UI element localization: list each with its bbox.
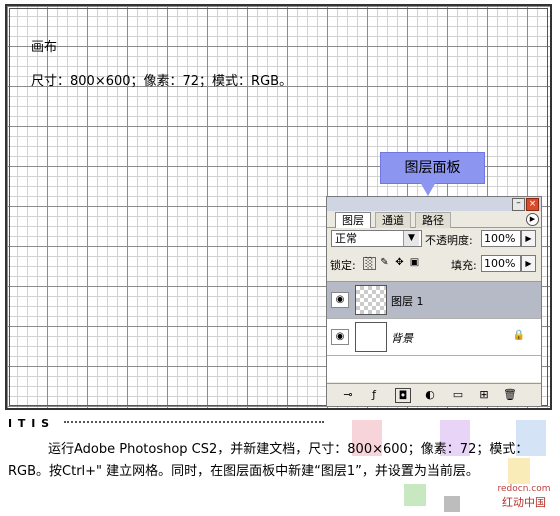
minimize-button[interactable]: – bbox=[512, 198, 525, 211]
layers-panel-callout: 图层面板 bbox=[380, 152, 485, 184]
opacity-slider-button[interactable]: ▶ bbox=[521, 230, 536, 247]
tip-body-text: 运行Adobe Photoshop CS2，并新建文档，尺寸：800×600；像… bbox=[8, 442, 529, 479]
layers-list: ◉ 图层 1 ◉ 背景 🔒 bbox=[327, 281, 541, 382]
lock-label: 锁定: bbox=[330, 259, 356, 272]
tip-heading: I T I S bbox=[8, 417, 51, 430]
layer-mask-icon[interactable]: ◘ bbox=[395, 388, 411, 403]
layer-name: 图层 1 bbox=[391, 295, 424, 308]
panel-title-bar[interactable]: – × bbox=[327, 197, 541, 211]
layer-row[interactable]: ◉ 背景 🔒 bbox=[327, 319, 541, 356]
adjustment-layer-icon[interactable]: ◐ bbox=[423, 388, 437, 401]
lock-row: 锁定: ░ ✎ ✥ ▣ 填充: 100% ▶ bbox=[327, 253, 541, 273]
callout-pointer bbox=[420, 182, 436, 196]
lock-all-icon[interactable]: ▣ bbox=[409, 257, 420, 268]
blend-mode-value: 正常 bbox=[335, 232, 357, 245]
decor-block-green bbox=[404, 484, 426, 506]
fill-slider-button[interactable]: ▶ bbox=[521, 255, 536, 272]
tab-channels[interactable]: 通道 bbox=[375, 212, 411, 228]
lock-icon: 🔒 bbox=[512, 330, 525, 341]
tab-paths[interactable]: 路径 bbox=[415, 212, 451, 228]
new-layer-icon[interactable]: ⊞ bbox=[477, 388, 491, 401]
lock-transparency-icon[interactable]: ░ bbox=[363, 257, 376, 270]
layers-panel: – × 图层 通道 路径 ▶ 正常 ▼ 不透明度: 100% ▶ 锁定: ░ ✎… bbox=[326, 196, 542, 407]
lock-move-icon[interactable]: ✥ bbox=[394, 257, 405, 268]
eye-icon[interactable]: ◉ bbox=[331, 329, 349, 345]
opacity-label: 不透明度: bbox=[425, 234, 473, 247]
fill-label: 填充: bbox=[451, 259, 477, 272]
decor-block-gray bbox=[444, 496, 460, 512]
new-group-icon[interactable]: ▭ bbox=[451, 388, 465, 401]
close-button[interactable]: × bbox=[526, 198, 539, 211]
lock-paint-brush-icon[interactable]: ✎ bbox=[379, 257, 390, 268]
canvas-title: 画布 bbox=[31, 40, 58, 55]
logo-url: redocn.com bbox=[497, 484, 551, 494]
tab-layers[interactable]: 图层 bbox=[335, 212, 371, 228]
layer-name: 背景 bbox=[391, 332, 413, 345]
tip-divider bbox=[64, 421, 324, 423]
panel-menu-icon[interactable]: ▶ bbox=[526, 213, 539, 226]
layer-thumbnail bbox=[355, 285, 387, 315]
canvas-info: 尺寸：800×600；像素：72；模式：RGB。 bbox=[31, 74, 293, 89]
panel-tabs: 图层 通道 路径 ▶ bbox=[327, 211, 541, 228]
panel-footer-toolbar: ⊸ ƒ ◘ ◐ ▭ ⊞ 🗑 bbox=[327, 383, 541, 406]
layer-row[interactable]: ◉ 图层 1 bbox=[327, 282, 541, 319]
layer-thumbnail bbox=[355, 322, 387, 352]
trash-icon[interactable]: 🗑 bbox=[503, 388, 517, 401]
fill-input[interactable]: 100% bbox=[481, 255, 521, 272]
eye-icon[interactable]: ◉ bbox=[331, 292, 349, 308]
chevron-down-icon[interactable]: ▼ bbox=[403, 231, 419, 246]
opacity-input[interactable]: 100% bbox=[481, 230, 521, 247]
blend-row: 正常 ▼ 不透明度: 100% ▶ bbox=[327, 228, 541, 248]
link-icon[interactable]: ⊸ bbox=[341, 388, 355, 401]
site-logo: redocn.com 红动中国 bbox=[492, 460, 556, 512]
logo-name: 红动中国 bbox=[502, 496, 546, 509]
layer-style-icon[interactable]: ƒ bbox=[367, 388, 381, 401]
